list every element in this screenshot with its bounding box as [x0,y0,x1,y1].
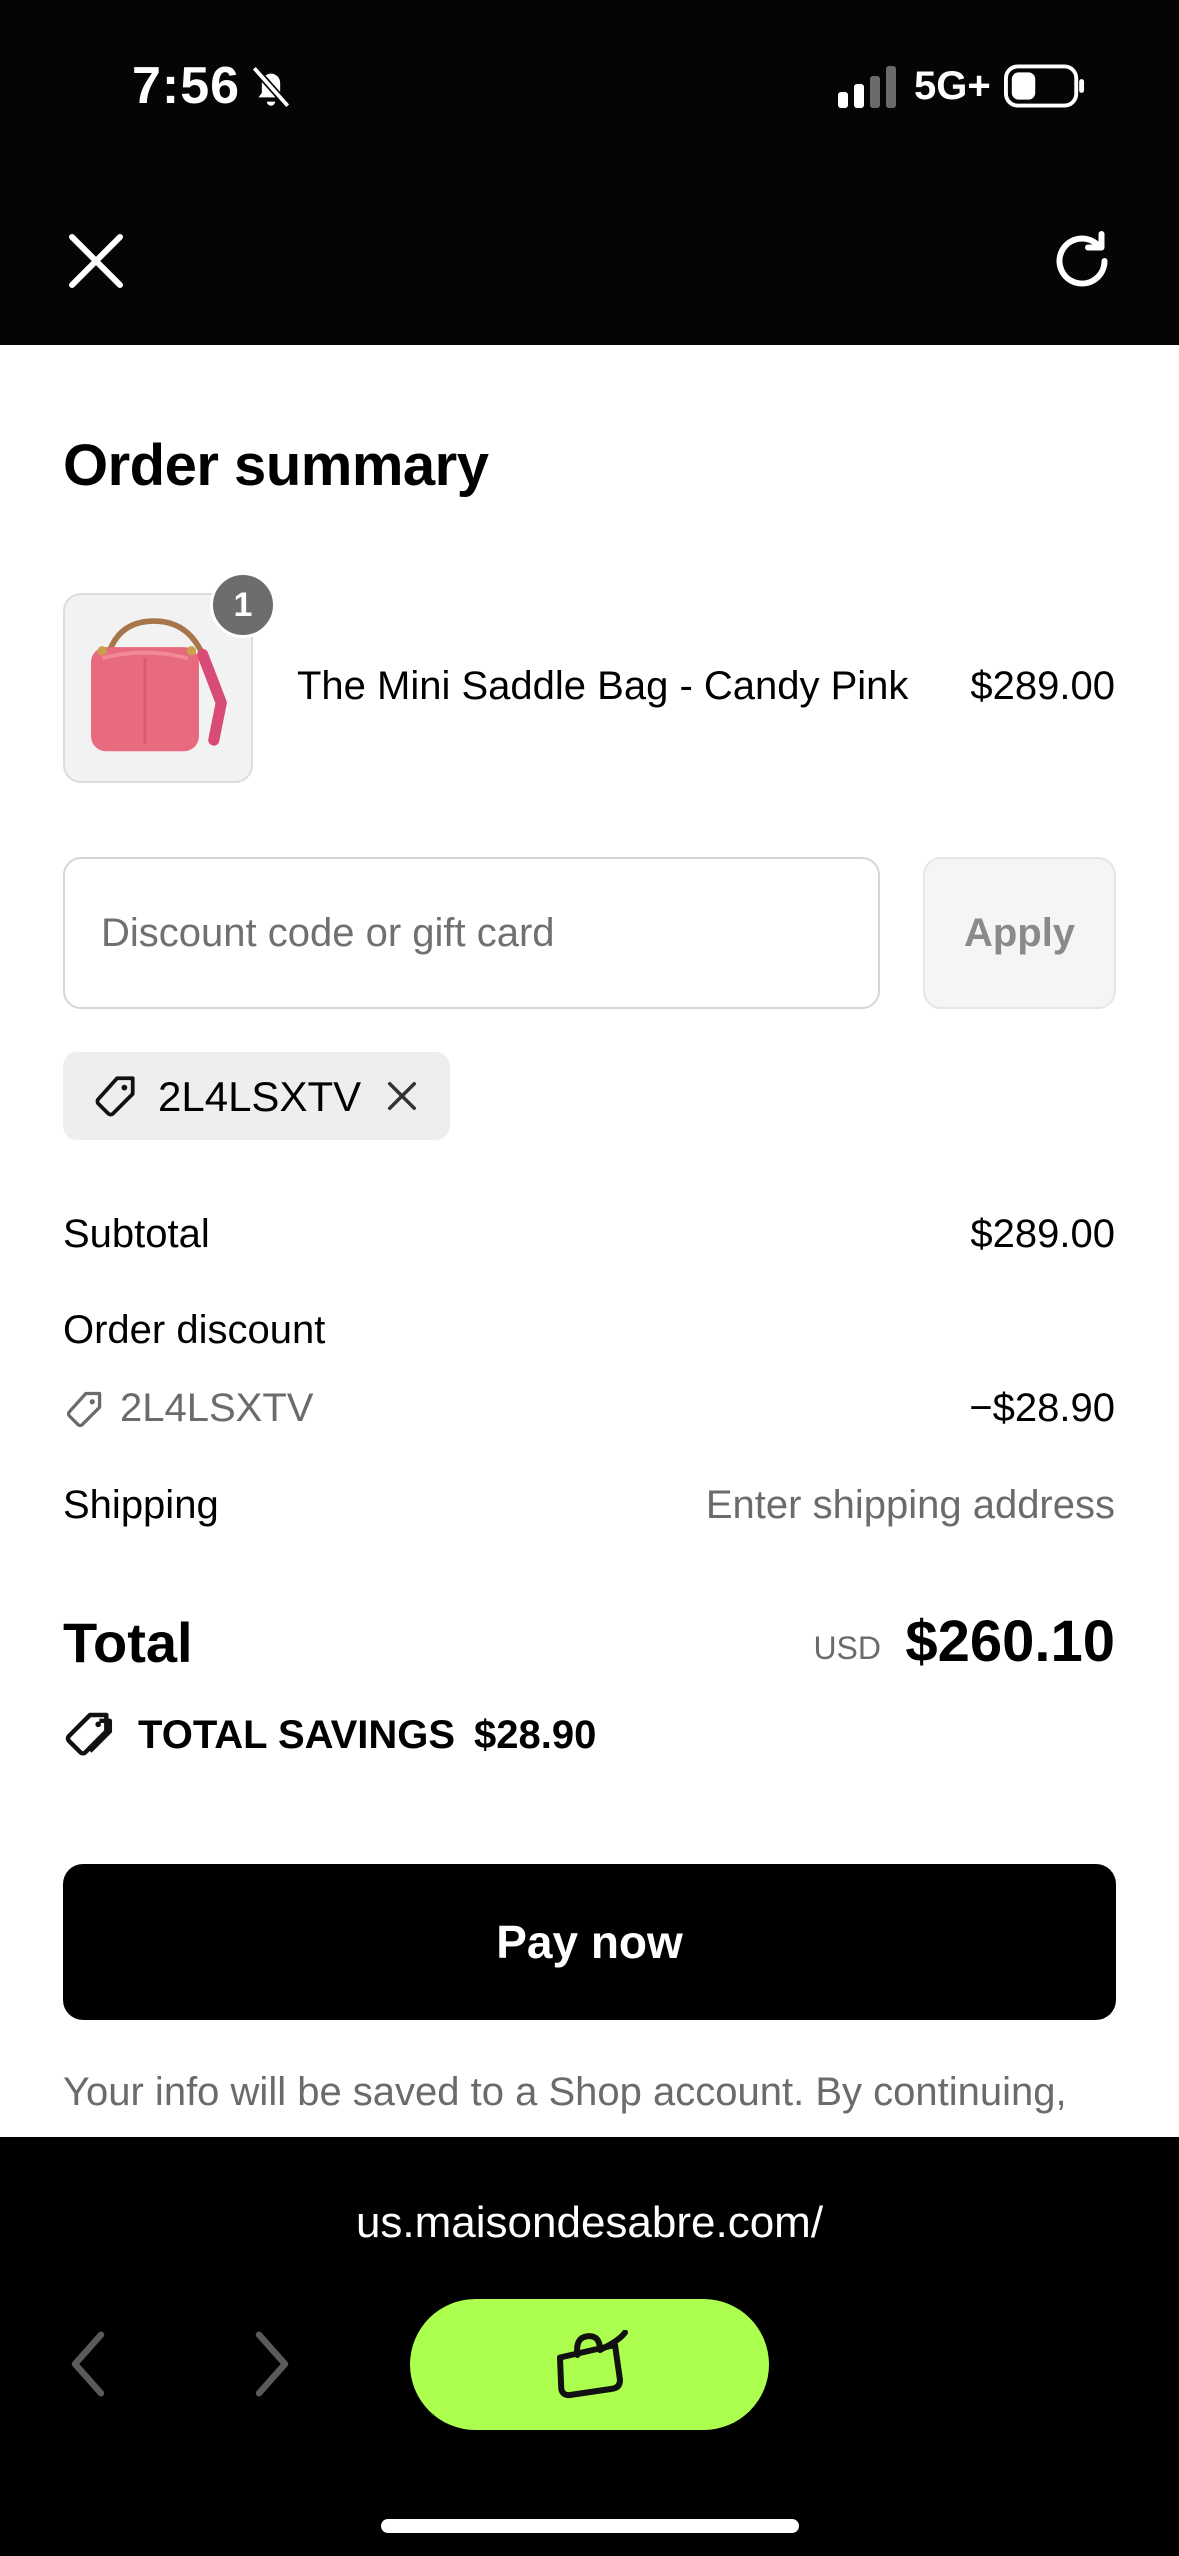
bell-off-icon [251,65,291,109]
applied-code-text: 2L4LSXTV [158,1073,362,1120]
subtotal-value: $289.00 [970,1212,1115,1256]
product-price: $289.00 [970,664,1115,708]
signal-icon [838,66,896,108]
discount-code-text: 2L4LSXTV [120,1386,314,1430]
url-text[interactable]: us.maisondesabre.com/ [0,2198,1179,2248]
tag-icon [95,1076,135,1117]
shop-button[interactable] [410,2299,769,2430]
product-name: The Mini Saddle Bag - Candy Pink [297,664,909,708]
forward-icon[interactable] [244,2325,300,2403]
tag-icon [66,1391,102,1428]
apply-button[interactable]: Apply [923,857,1116,1009]
shipping-label: Shipping [63,1483,219,1527]
remove-code-icon[interactable] [381,1075,423,1117]
back-icon[interactable] [60,2325,116,2403]
subtotal-label: Subtotal [63,1212,210,1256]
reload-icon[interactable] [1046,225,1118,297]
home-indicator [381,2519,799,2533]
total-value: $260.10 [905,1609,1115,1674]
network-label: 5G+ [914,64,991,108]
shop-bag-icon [556,2329,628,2398]
discount-code-input[interactable] [63,857,880,1009]
quantity-badge: 1 [210,572,276,638]
savings-tag-icon [65,1712,113,1756]
discount-amount: −$28.90 [969,1386,1115,1430]
shipping-value: Enter shipping address [705,1483,1115,1527]
browser-header [0,180,1179,345]
order-discount-label: Order discount [63,1308,326,1352]
total-savings-value: $28.90 [474,1713,597,1757]
close-icon[interactable] [60,225,132,297]
shop-account-notice: Your info will be saved to a Shop accoun… [63,2070,1067,2114]
total-label: Total [63,1611,193,1674]
total-savings-label: TOTAL SAVINGS [138,1713,456,1757]
pay-now-button[interactable]: Pay now [63,1864,1116,2020]
currency-label: USD [813,1630,881,1666]
page-title: Order summary [63,433,489,498]
battery-icon [1004,64,1085,108]
status-time: 7:56 [132,57,241,115]
